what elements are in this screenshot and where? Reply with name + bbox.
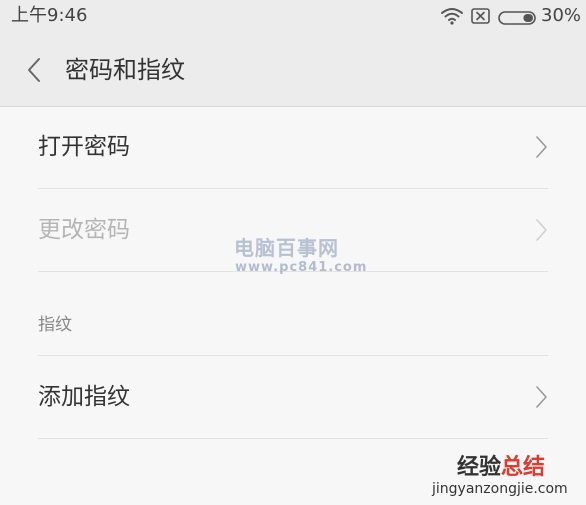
fingerprint-section-label: 指纹	[38, 315, 72, 335]
battery-icon	[498, 10, 536, 25]
chevron-right-icon	[534, 218, 548, 242]
wifi-icon	[441, 7, 463, 25]
no-sim-icon	[471, 8, 490, 24]
status-bar: 上午9:46 30%	[0, 0, 586, 34]
corner-watermark-title-a: 经验	[457, 455, 502, 480]
page-title: 密码和指纹	[65, 56, 185, 84]
divider	[38, 438, 548, 439]
corner-watermark-url: jingyanzongjie.com	[432, 481, 568, 497]
add-fingerprint-label: 添加指纹	[38, 384, 130, 410]
chevron-right-icon	[534, 385, 548, 409]
corner-watermark-title: 经验总结	[457, 455, 545, 481]
open-password-label: 打开密码	[38, 134, 130, 160]
open-password-row[interactable]: 打开密码	[0, 106, 586, 188]
back-button[interactable]	[25, 57, 45, 83]
add-fingerprint-row[interactable]: 添加指纹	[0, 356, 586, 438]
battery-percent: 30%	[541, 5, 582, 26]
change-password-label: 更改密码	[38, 217, 130, 243]
chevron-right-icon	[534, 135, 548, 159]
chevron-left-icon	[28, 58, 40, 82]
watermark-title: 电脑百事网	[234, 236, 339, 260]
watermark-url: www.pc841.com	[235, 260, 368, 275]
status-time: 上午9:46	[11, 5, 88, 26]
corner-watermark-title-b: 总结	[501, 455, 546, 480]
